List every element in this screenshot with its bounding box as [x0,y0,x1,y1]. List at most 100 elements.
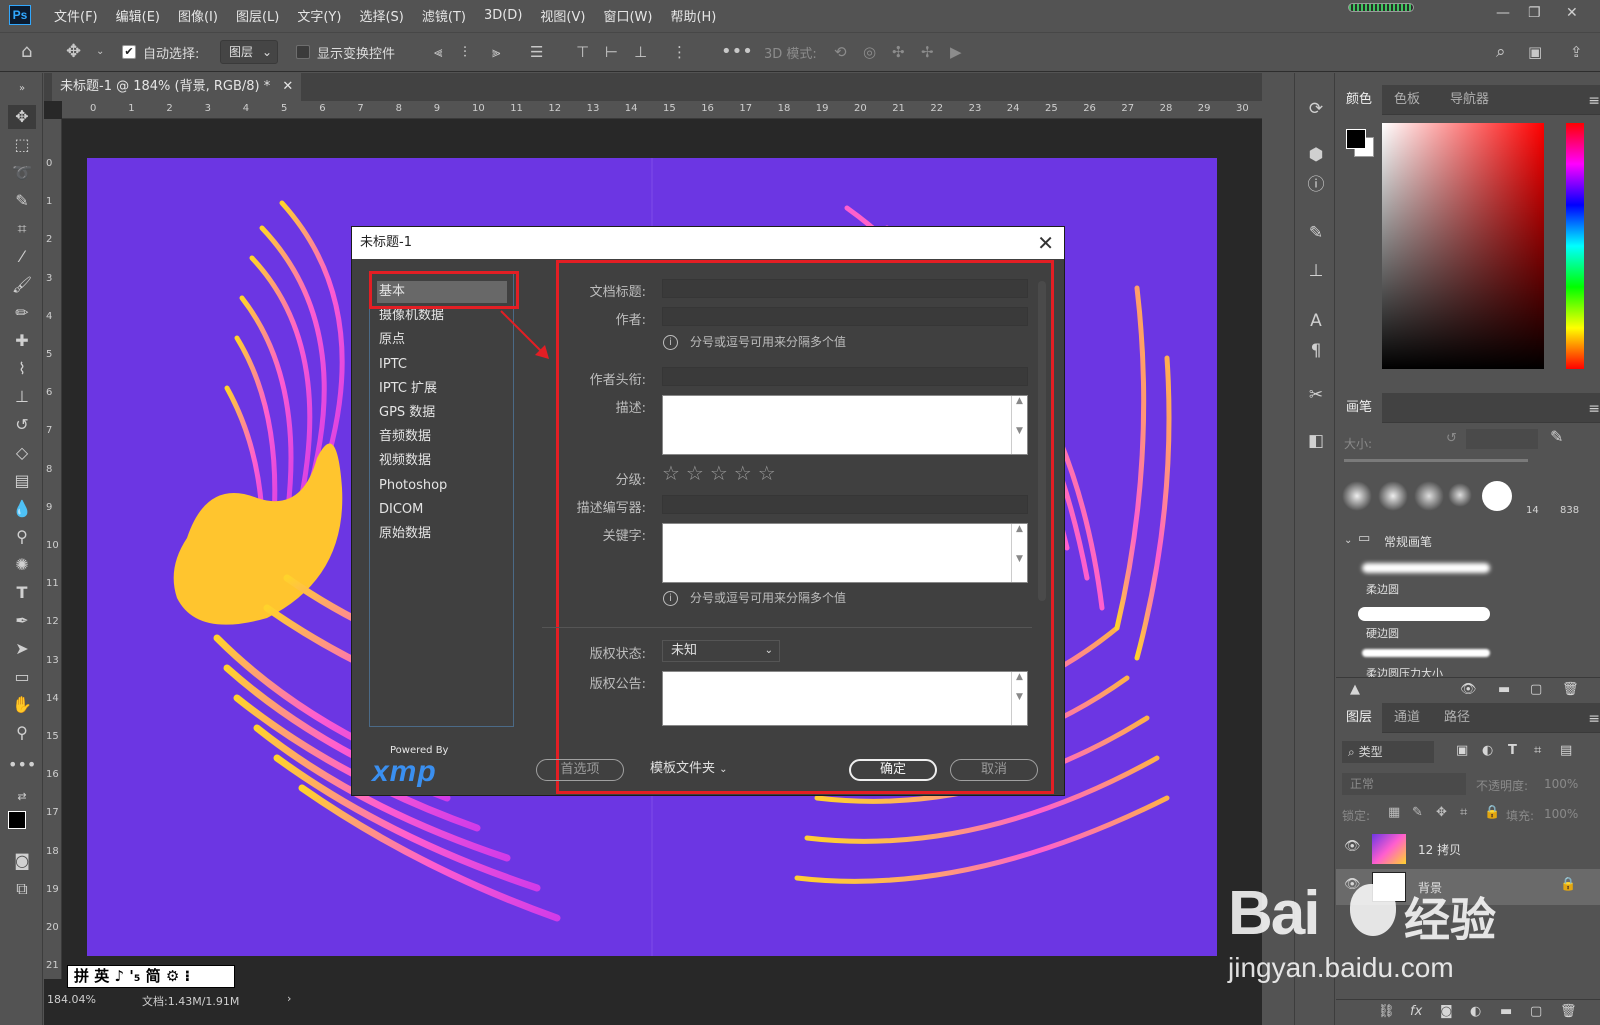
ok-button[interactable]: 确定 [849,759,937,781]
crop-tool-icon[interactable]: ⌗ [8,217,36,241]
lock-artboard-icon[interactable]: ⌗ [1460,805,1467,820]
menu-window[interactable]: 窗口(W) [594,6,661,25]
mask-icon[interactable]: ◙ [1440,1004,1453,1019]
chevron-down-icon[interactable]: ⌄ [1344,535,1352,546]
search-icon[interactable]: ⌕ [1496,41,1506,63]
filter-adjust-icon[interactable]: ◐ [1482,743,1493,758]
lock-position-icon[interactable]: ✥ [1436,805,1447,820]
marquee-tool-icon[interactable]: ⬚ [8,133,36,157]
lock-all-icon[interactable]: 🔒 [1484,805,1500,820]
blend-mode-select[interactable]: 正常 [1342,773,1466,795]
3d-rotate-icon[interactable]: ⟲ [834,41,847,63]
swap-colors-icon[interactable]: ⇄ [8,785,36,809]
tab-color[interactable]: 颜色 [1336,85,1383,115]
properties-icon[interactable]: ◧ [1303,429,1329,453]
type-tool-icon[interactable]: T [8,581,36,605]
3d-slide-icon[interactable]: ✢ [921,41,934,63]
menu-filter[interactable]: 滤镜(T) [413,6,475,25]
copyright-notice-textarea[interactable]: ▲ ▼ [662,671,1028,726]
align-vcenter-icon[interactable]: ⊢ [605,41,618,63]
menu-3d[interactable]: 3D(D) [475,8,531,23]
document-tab[interactable]: 未标题-1 @ 184% (背景, RGB/8) * ✕ [52,73,302,101]
brush-edit-icon[interactable]: ✎ [1550,427,1563,446]
brush-name[interactable]: 柔边圆 [1366,581,1399,597]
gradient-tool-icon[interactable]: ▤ [8,469,36,493]
brush-preset[interactable] [1342,481,1372,511]
paragraph-icon[interactable]: ¶ [1303,339,1329,363]
link-icon[interactable]: ⛓ [1378,1004,1395,1019]
brush-size-slider[interactable] [1344,459,1528,462]
new-icon[interactable]: ▢ [1530,682,1542,697]
reset-icon[interactable]: ↺ [1446,431,1457,446]
history-brush-tool-icon[interactable]: ↺ [8,413,36,437]
lasso-tool-icon[interactable]: ➰ [8,161,36,185]
tab-channels[interactable]: 通道 [1384,703,1430,733]
lock-pixels-icon[interactable]: ✎ [1412,805,1423,820]
clone-source-icon[interactable]: ⊥ [1303,259,1329,283]
category-iptc-ext[interactable]: IPTC 扩展 [377,378,507,400]
restore-icon[interactable]: ❐ [1528,5,1541,21]
rating-stars[interactable]: ☆☆☆☆☆ [662,461,782,485]
distribute-icon[interactable]: ☰ [530,41,543,63]
panel-menu-icon[interactable]: ≡ [1588,93,1600,109]
stamp-tool-icon[interactable]: ⊥ [8,385,36,409]
brush-tool-icon[interactable]: 🖌 [8,273,36,297]
align-bottom-icon[interactable]: ⊥ [634,41,647,63]
brush-settings-icon[interactable]: ✎ [1303,221,1329,245]
close-tab-icon[interactable]: ✕ [282,79,293,94]
menu-help[interactable]: 帮助(H) [661,6,725,25]
hue-slider[interactable] [1566,123,1584,369]
home-icon[interactable]: ⌂ [21,41,32,63]
show-transform-checkbox[interactable] [296,45,310,59]
align-top-icon[interactable]: ⊤ [576,41,589,63]
tab-navigator[interactable]: 导航器 [1440,85,1499,115]
tools-icon[interactable]: ✂ [1303,383,1329,407]
screen-mode-icon[interactable]: ⧉ [8,877,36,901]
pencil-tool-icon[interactable]: ✏ [8,301,36,325]
layer-name[interactable]: 12 拷贝 [1418,841,1461,858]
category-audio[interactable]: 音频数据 [377,426,507,448]
category-iptc[interactable]: IPTC [377,354,507,376]
category-gps[interactable]: GPS 数据 [377,402,507,424]
filter-type-icon[interactable]: T [1508,743,1517,758]
auto-select-dropdown[interactable]: 图层 ⌄ [220,40,278,64]
rectangle-tool-icon[interactable]: ▭ [8,665,36,689]
brush-name[interactable]: 硬边圆 [1366,625,1399,641]
dodge-tool-icon[interactable]: ⚲ [8,525,36,549]
copyright-status-select[interactable]: 未知 ⌄ [662,640,780,662]
foreground-color-swatch[interactable] [1346,129,1366,149]
brush2-tool-icon[interactable]: ⌇ [8,357,36,381]
zoom-tool-icon[interactable]: ⚲ [8,721,36,745]
brush-preset[interactable] [1448,483,1472,507]
tab-paths[interactable]: 路径 [1434,703,1480,733]
history-icon[interactable]: ⟳ [1303,97,1329,121]
character-icon[interactable]: A [1303,309,1329,333]
adjustment-icon[interactable]: ◐ [1470,1004,1481,1019]
category-origin[interactable]: 原点 [377,329,507,351]
description-textarea[interactable]: ▲ ▼ [662,395,1028,455]
chevron-right-icon[interactable]: › [287,992,291,1005]
brush-preset[interactable] [1378,481,1408,511]
collapse-icon[interactable]: » [8,77,36,101]
template-folder-dropdown[interactable]: 模板文件夹 ⌄ [642,759,742,781]
brush-name[interactable]: 柔边圆压力大小 [1366,665,1443,677]
3d-icon[interactable]: ⬢ [1303,143,1329,167]
eyedropper-tool-icon[interactable]: ⁄ [8,245,36,269]
opacity-value[interactable]: 100% [1544,777,1578,791]
layer-kind-filter[interactable]: ⌕ 类型 [1342,741,1434,763]
align-left-icon[interactable]: ⫷ [434,41,442,63]
preferences-button[interactable]: 首选项 [536,759,624,781]
3d-pan-icon[interactable]: ✣ [892,41,905,63]
fx-icon[interactable]: fx [1410,1004,1422,1019]
hand-tool-icon[interactable]: ✋ [8,693,36,717]
pen-tool-icon[interactable]: ✒ [8,609,36,633]
scrollbar[interactable]: ▲ ▼ [1011,524,1027,582]
chevron-down-icon[interactable]: ⌄ [96,41,104,63]
lock-transparent-icon[interactable]: ▦ [1388,805,1400,820]
share-icon[interactable]: ⇪ [1570,41,1583,63]
distribute-v-icon[interactable]: ⋮ [672,41,687,63]
blur-tool-icon[interactable]: 💧 [8,497,36,521]
eraser-tool-icon[interactable]: ◇ [8,441,36,465]
quick-mask-icon[interactable]: ◙ [8,849,36,873]
menu-edit[interactable]: 编辑(E) [107,6,169,25]
